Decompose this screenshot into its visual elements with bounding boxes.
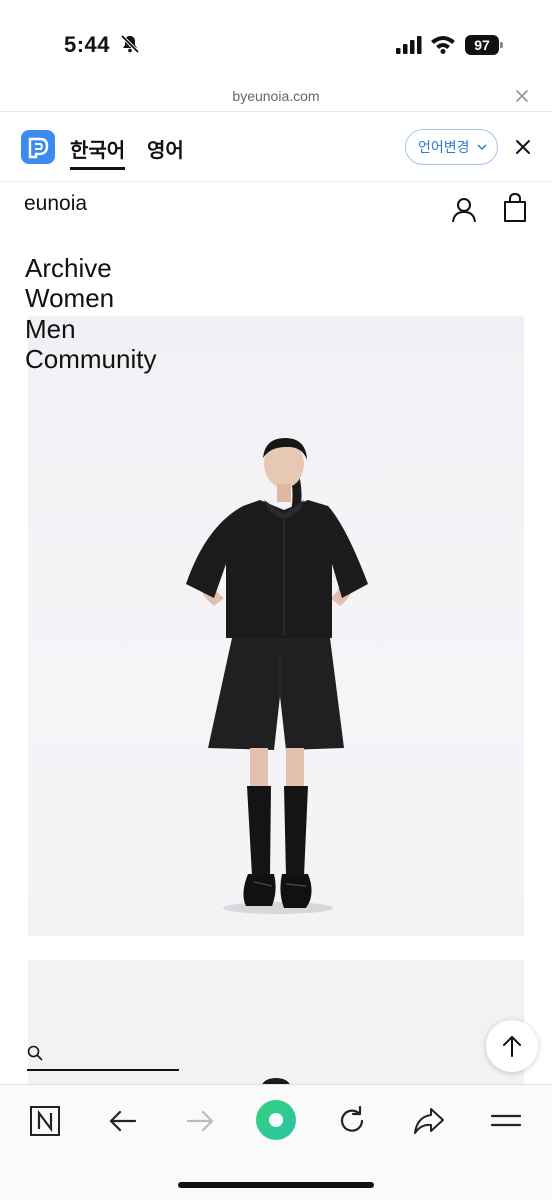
- arrow-up-icon: [503, 1036, 521, 1057]
- menu-icon[interactable]: [488, 1103, 524, 1139]
- nav-item-women[interactable]: Women: [25, 283, 156, 313]
- wifi-icon: [431, 36, 455, 54]
- url-text[interactable]: byeunoia.com: [0, 88, 552, 104]
- tab-english[interactable]: 영어: [147, 134, 184, 163]
- refresh-icon[interactable]: [334, 1103, 370, 1139]
- bell-muted-icon: [120, 34, 140, 54]
- green-dot-button-icon[interactable]: [255, 1099, 297, 1141]
- shopping-bag-icon[interactable]: [503, 193, 527, 223]
- change-language-button[interactable]: 언어변경: [405, 129, 498, 165]
- main-nav: Archive Women Men Community: [25, 253, 156, 375]
- nav-item-community[interactable]: Community: [25, 344, 156, 374]
- site-logo[interactable]: eunoia: [24, 192, 87, 216]
- forward-arrow-icon[interactable]: [182, 1103, 218, 1139]
- model-figure: [186, 438, 368, 914]
- home-indicator[interactable]: [178, 1182, 374, 1188]
- cellular-signal-icon: [396, 36, 422, 54]
- translate-bar: 한국어 영어 언어변경: [0, 112, 552, 182]
- scroll-to-top-button[interactable]: [486, 1020, 538, 1072]
- nav-item-archive[interactable]: Archive: [25, 253, 156, 283]
- battery-level: 97: [465, 35, 499, 55]
- status-time: 5:44: [64, 32, 111, 57]
- account-icon[interactable]: [451, 197, 477, 223]
- close-icon[interactable]: [515, 89, 529, 103]
- close-translate-icon[interactable]: [515, 139, 531, 155]
- naver-home-icon[interactable]: [27, 1103, 63, 1139]
- search-input-underline[interactable]: [27, 1069, 179, 1071]
- share-icon[interactable]: [411, 1103, 447, 1139]
- hero-product-image[interactable]: [28, 316, 524, 936]
- battery-indicator: 97: [465, 35, 503, 55]
- url-bar[interactable]: byeunoia.com: [0, 80, 552, 112]
- nav-item-men[interactable]: Men: [25, 314, 156, 344]
- chevron-down-icon: [477, 144, 487, 151]
- search-icon[interactable]: [27, 1045, 43, 1061]
- translator-logo-icon[interactable]: [21, 130, 55, 164]
- change-language-label: 언어변경: [418, 139, 470, 155]
- back-arrow-icon[interactable]: [105, 1103, 141, 1139]
- tab-korean[interactable]: 한국어: [70, 134, 126, 170]
- status-bar: 5:44 97: [0, 0, 552, 88]
